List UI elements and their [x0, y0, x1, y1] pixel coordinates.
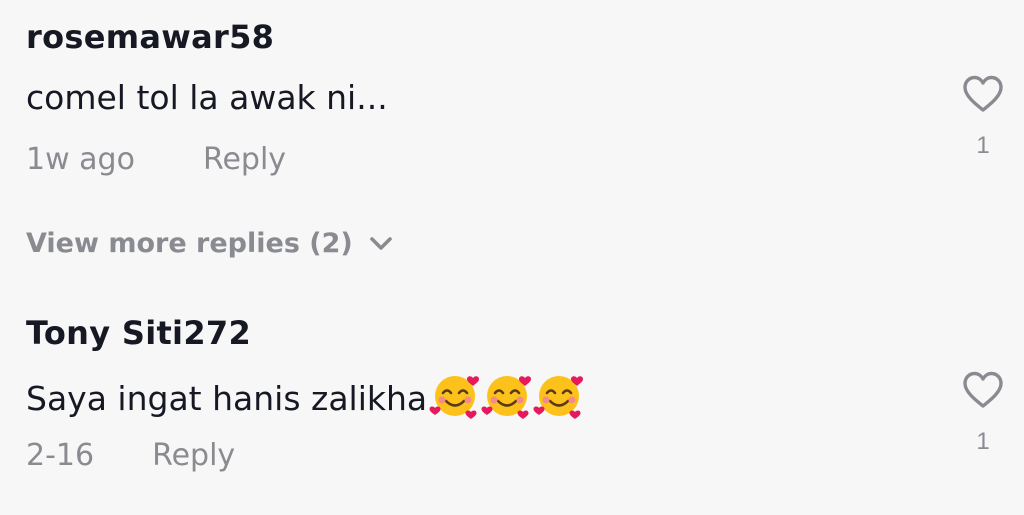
like-button[interactable]: 1	[960, 74, 1006, 160]
smiling-face-with-hearts-icon	[481, 376, 532, 419]
comment-item: rosemawar58 comel tol la awak ni... 1w a…	[0, 0, 1024, 215]
comment-meta: 2-16 Reply	[26, 438, 235, 473]
heart-icon[interactable]	[961, 370, 1005, 410]
comment-timestamp: 2-16	[26, 438, 95, 473]
comment-text-row: Saya ingat hanis zalikha	[26, 370, 585, 420]
chevron-down-icon	[369, 236, 392, 250]
comment-username[interactable]: Tony Siti272	[26, 314, 251, 352]
like-count: 1	[976, 428, 990, 455]
heart-icon[interactable]	[961, 74, 1005, 114]
view-more-replies-button[interactable]: View more replies (2)	[26, 228, 393, 259]
smiling-face-with-hearts-icon	[429, 376, 480, 419]
comment-timestamp: 1w ago	[26, 142, 135, 177]
like-button[interactable]: 1	[960, 370, 1006, 456]
reply-button[interactable]: Reply	[203, 142, 286, 177]
reply-button[interactable]: Reply	[152, 438, 235, 473]
emoji-group	[429, 370, 585, 420]
like-count: 1	[976, 132, 990, 159]
comment-text: comel tol la awak ni...	[26, 78, 388, 117]
comment-meta: 1w ago Reply	[26, 142, 286, 177]
smiling-face-with-hearts-icon	[533, 376, 584, 419]
comment-item: Tony Siti272 Saya ingat hanis zalikha 2-…	[0, 300, 1024, 515]
view-more-replies-label: View more replies (2)	[26, 228, 353, 259]
comment-text: Saya ingat hanis zalikha	[26, 379, 428, 418]
comment-username[interactable]: rosemawar58	[26, 18, 274, 56]
